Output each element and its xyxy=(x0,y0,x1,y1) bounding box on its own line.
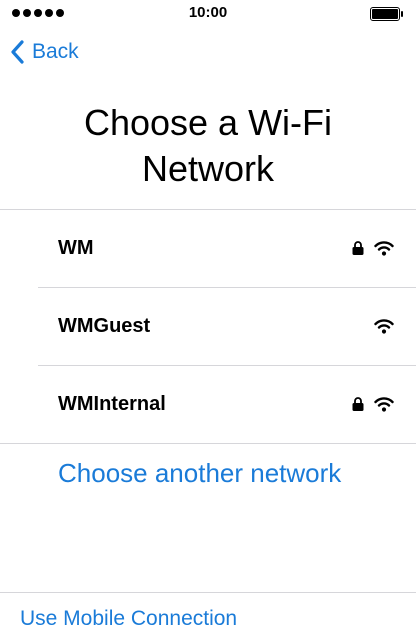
page-title: Choose a Wi-Fi Network xyxy=(0,100,416,192)
network-row-wm[interactable]: WM xyxy=(0,210,416,286)
wifi-icon xyxy=(374,319,394,334)
back-button[interactable]: Back xyxy=(10,40,79,64)
network-name: WM xyxy=(58,237,94,259)
status-time: 10:00 xyxy=(188,4,228,21)
choose-another-network-link[interactable]: Choose another network xyxy=(58,458,341,489)
wifi-icon xyxy=(374,241,394,256)
list-bottom-divider xyxy=(0,443,416,444)
lock-icon xyxy=(352,397,364,411)
network-row-wmguest[interactable]: WMGuest xyxy=(0,288,416,364)
page-title-line-1: Choose a Wi-Fi xyxy=(83,102,333,143)
lock-icon xyxy=(352,241,364,255)
chevron-left-icon xyxy=(11,40,24,64)
wifi-icon xyxy=(374,397,394,412)
network-name: WMGuest xyxy=(58,315,151,337)
footer-divider xyxy=(0,592,416,593)
back-label: Back xyxy=(32,40,79,63)
network-name: WMInternal xyxy=(58,393,166,415)
status-bar: 10:00 xyxy=(0,0,416,28)
page-title-line-2: Network xyxy=(141,148,275,189)
battery-icon xyxy=(370,7,404,21)
use-mobile-connection-link[interactable]: Use Mobile Connection xyxy=(20,607,237,631)
network-row-wminternal[interactable]: WMInternal xyxy=(0,366,416,442)
